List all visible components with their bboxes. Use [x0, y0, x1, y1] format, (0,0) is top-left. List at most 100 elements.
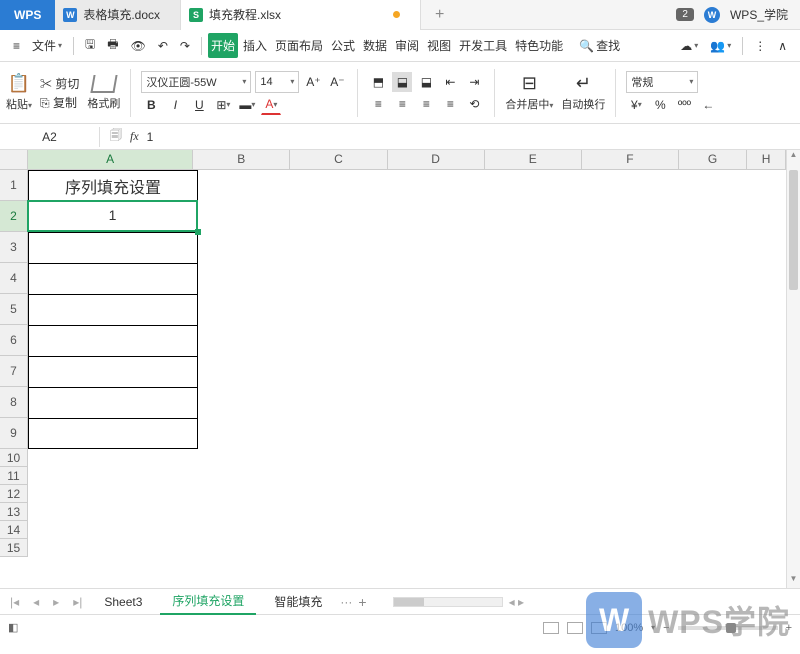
italic-button[interactable]: I [165, 95, 185, 115]
decrease-decimal-icon[interactable]: ← [698, 95, 718, 115]
align-justify-icon[interactable]: ≡ [440, 94, 460, 114]
align-top-icon[interactable]: ⬒ [368, 72, 388, 92]
search-button[interactable]: 🔍 查找 [574, 34, 625, 57]
sheet-tab-smart-fill[interactable]: 智能填充 [262, 589, 334, 614]
tab-review[interactable]: 审阅 [392, 33, 422, 58]
border-button[interactable]: ⊞▾ [213, 95, 233, 115]
row-header-2[interactable]: 2 [0, 201, 27, 232]
scroll-split-icon[interactable]: ◂ ▸ [509, 595, 524, 609]
col-header-D[interactable]: D [388, 150, 485, 169]
align-right-icon[interactable]: ≡ [416, 94, 436, 114]
sheet-nav-first-icon[interactable]: |◂ [6, 595, 23, 609]
align-left-icon[interactable]: ≡ [368, 94, 388, 114]
document-tab-xlsx[interactable]: S 填充教程.xlsx [181, 0, 421, 30]
row-header-11[interactable]: 11 [0, 467, 27, 485]
row-header-4[interactable]: 4 [0, 263, 27, 294]
align-center-icon[interactable]: ≡ [392, 94, 412, 114]
print-icon[interactable]: 🖶 [102, 32, 123, 59]
indent-left-icon[interactable]: ⇤ [440, 72, 460, 92]
cloud-sync-icon[interactable]: ☁▾ [675, 36, 703, 56]
save-icon[interactable]: 🖫 [80, 32, 100, 59]
sheet-nav-last-icon[interactable]: ▸| [69, 595, 86, 609]
sheet-tab-sheet3[interactable]: Sheet3 [92, 591, 154, 613]
fx-list-icon[interactable]: 🗐 [110, 126, 122, 147]
thousand-sep-icon[interactable]: ººº [674, 95, 694, 115]
row-header-6[interactable]: 6 [0, 325, 27, 356]
cell-A1[interactable]: 序列填充设置 [28, 170, 198, 201]
font-name-combo[interactable]: 汉仪正圆-55W▾ [141, 71, 251, 93]
view-normal-icon[interactable] [543, 622, 559, 634]
record-macro-icon[interactable]: ◧ [8, 621, 18, 634]
select-all-corner[interactable] [0, 150, 28, 170]
sheet-tab-fill-settings[interactable]: 序列填充设置 [160, 588, 256, 615]
merge-cells-button[interactable]: ⊟ 合并居中▾ [505, 73, 553, 112]
add-sheet-button[interactable]: + [358, 594, 366, 610]
row-header-1[interactable]: 1 [0, 170, 27, 201]
col-header-G[interactable]: G [679, 150, 747, 169]
row-header-14[interactable]: 14 [0, 521, 27, 539]
tab-data[interactable]: 数据 [360, 33, 390, 58]
scroll-down-icon[interactable]: ▼ [787, 574, 800, 588]
currency-icon[interactable]: ¥▾ [626, 95, 646, 115]
new-tab-button[interactable]: + [421, 6, 458, 24]
row-header-3[interactable]: 3 [0, 232, 27, 263]
row-header-8[interactable]: 8 [0, 387, 27, 418]
format-painter-button[interactable]: 格式刷 [87, 75, 120, 111]
view-page-icon[interactable] [567, 622, 583, 634]
formula-input[interactable]: 1 [147, 130, 154, 144]
bold-button[interactable]: B [141, 95, 161, 115]
fx-icon[interactable]: fx [130, 129, 139, 144]
font-size-combo[interactable]: 14▾ [255, 71, 299, 93]
wps-avatar-icon[interactable]: W [704, 7, 720, 23]
align-bottom-icon[interactable]: ⬓ [416, 72, 436, 92]
col-header-F[interactable]: F [582, 150, 679, 169]
tab-formula[interactable]: 公式 [328, 33, 358, 58]
col-header-B[interactable]: B [193, 150, 290, 169]
hamburger-menu-icon[interactable]: ≡ [8, 36, 25, 56]
tab-dev-tools[interactable]: 开发工具 [456, 33, 510, 58]
redo-icon[interactable]: ↷ [175, 36, 195, 56]
row-header-9[interactable]: 9 [0, 418, 27, 449]
account-label[interactable]: WPS_学院 [730, 6, 788, 23]
indent-right-icon[interactable]: ⇥ [464, 72, 484, 92]
tab-insert[interactable]: 插入 [240, 33, 270, 58]
fill-handle[interactable] [195, 229, 201, 235]
row-header-7[interactable]: 7 [0, 356, 27, 387]
cut-button[interactable]: ✂ 剪切 [40, 75, 79, 92]
fill-color-button[interactable]: ▬▾ [237, 95, 257, 115]
copy-button[interactable]: ⎘ 复制 [40, 94, 77, 111]
wrap-text-button[interactable]: ↵ 自动换行 [561, 73, 605, 112]
row-header-10[interactable]: 10 [0, 449, 27, 467]
col-header-C[interactable]: C [290, 150, 387, 169]
share-icon[interactable]: 👥▾ [705, 36, 736, 56]
selected-cell[interactable]: 1 [27, 200, 198, 232]
tab-view[interactable]: 视图 [424, 33, 454, 58]
font-color-button[interactable]: A▾ [261, 95, 281, 115]
row-header-5[interactable]: 5 [0, 294, 27, 325]
tab-home[interactable]: 开始 [208, 33, 238, 58]
sheet-nav-prev-icon[interactable]: ◂ [29, 595, 43, 609]
sheet-tabs-more[interactable]: ··· [340, 595, 352, 609]
sheet-nav-next-icon[interactable]: ▸ [49, 595, 63, 609]
document-tab-docx[interactable]: W 表格填充.docx [55, 0, 181, 30]
col-header-A[interactable]: A [28, 150, 193, 169]
collapse-ribbon-icon[interactable]: ∧ [773, 36, 792, 56]
tab-page-layout[interactable]: 页面布局 [272, 33, 326, 58]
undo-icon[interactable]: ↶ [153, 36, 173, 56]
increase-font-icon[interactable]: A⁺ [303, 72, 323, 92]
number-format-combo[interactable]: 常规▾ [626, 71, 698, 93]
file-menu[interactable]: 文件 ▾ [27, 34, 67, 57]
more-menu-icon[interactable]: ⋮ [749, 36, 771, 56]
scroll-up-icon[interactable]: ▲ [787, 150, 800, 164]
window-count-badge[interactable]: 2 [676, 8, 694, 21]
preview-icon[interactable]: 👁 [126, 36, 151, 56]
decrease-font-icon[interactable]: A⁻ [327, 72, 347, 92]
col-header-E[interactable]: E [485, 150, 582, 169]
horizontal-scrollbar[interactable] [393, 597, 503, 607]
percent-icon[interactable]: % [650, 95, 670, 115]
row-header-15[interactable]: 15 [0, 539, 27, 557]
underline-button[interactable]: U [189, 95, 209, 115]
row-header-12[interactable]: 12 [0, 485, 27, 503]
name-box[interactable]: A2 [0, 127, 100, 147]
align-middle-icon[interactable]: ⬓ [392, 72, 412, 92]
